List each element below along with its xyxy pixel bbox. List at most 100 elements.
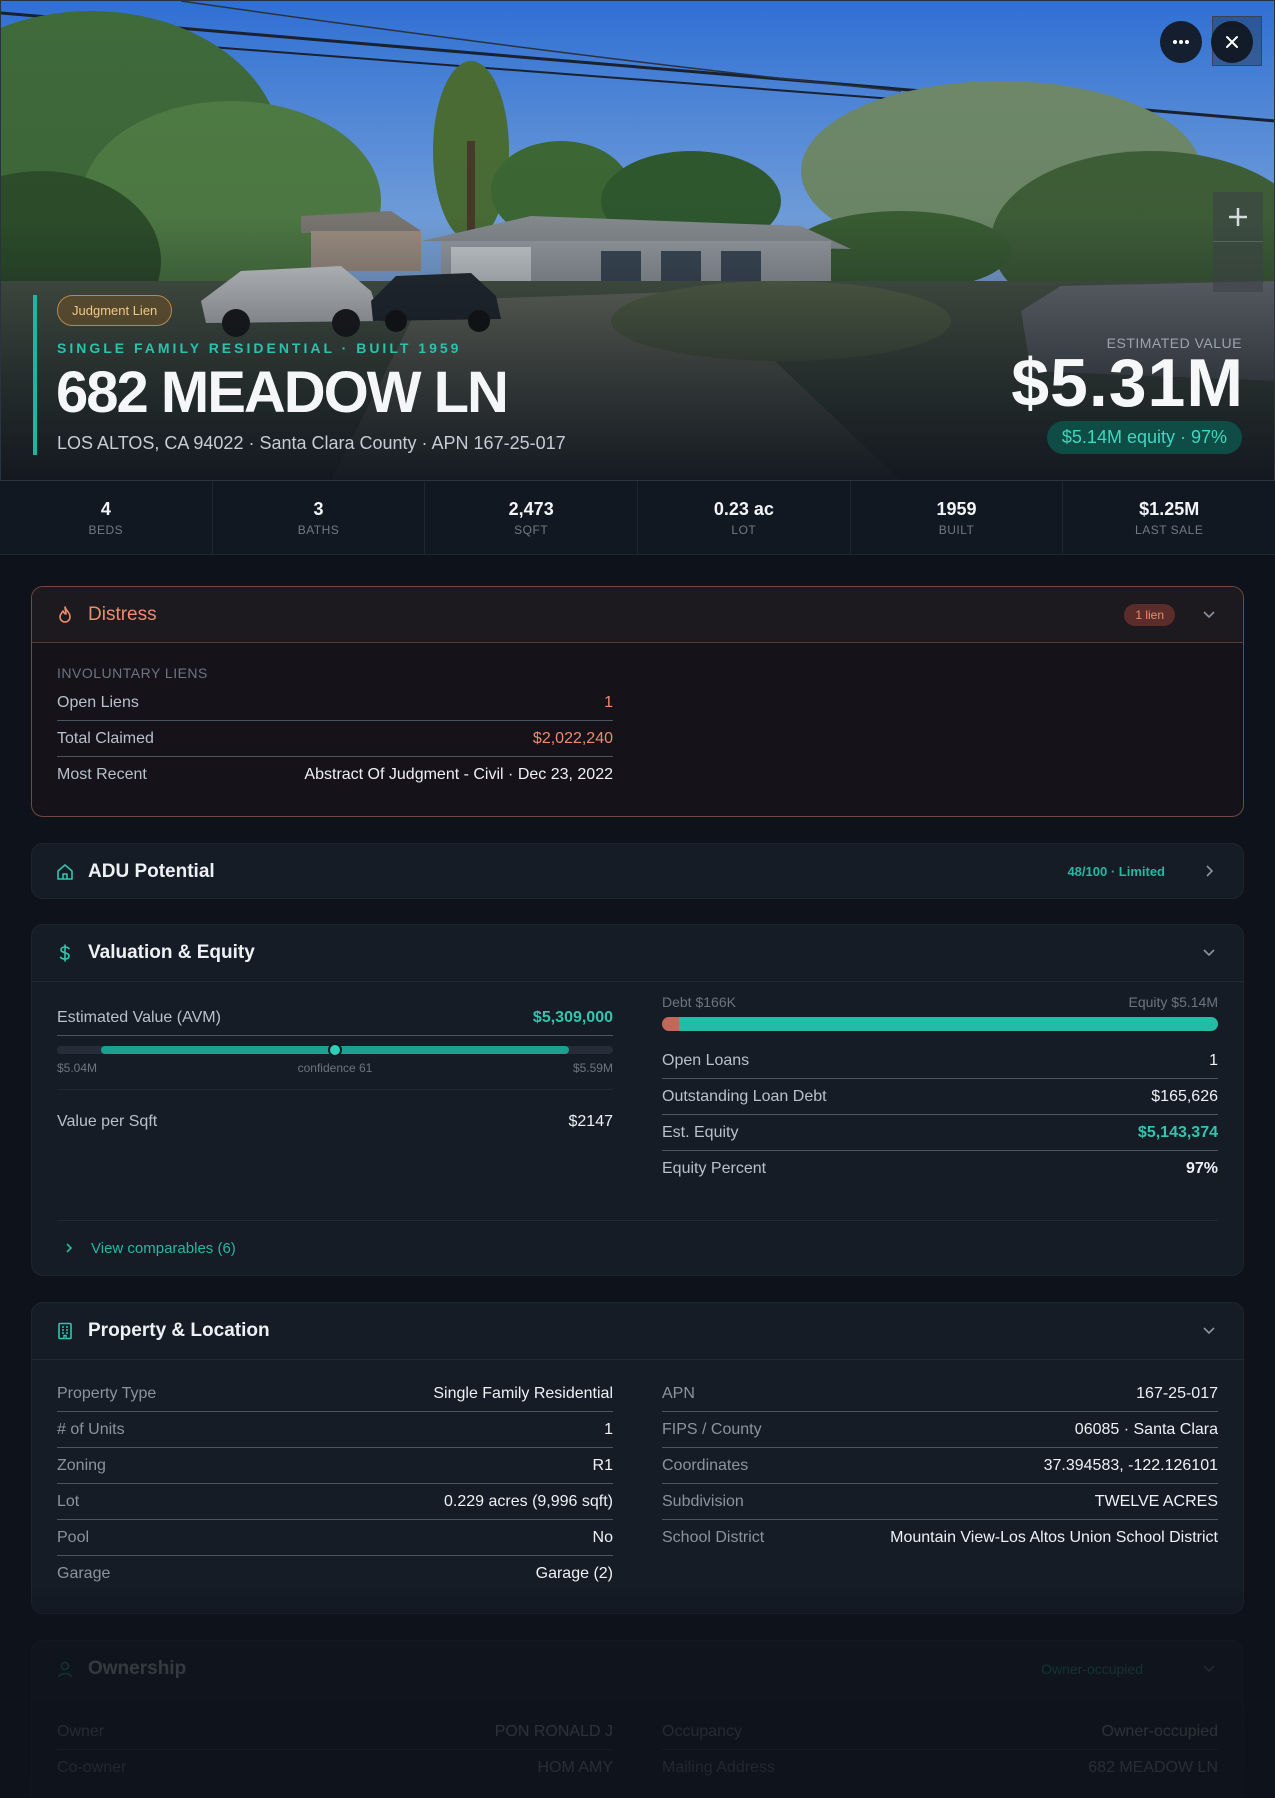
equity-column: Debt $166K Equity $5.14M Open Loans 1 Out… — [662, 994, 1218, 1187]
kv-key: APN — [662, 1384, 695, 1402]
kv-key: Value per Sqft — [57, 1113, 158, 1130]
avm-column: Estimated Value (AVM) $5,309,000 $5.04M c… — [57, 1000, 613, 1187]
user-icon — [56, 1660, 74, 1678]
property-header[interactable]: Property & Location — [32, 1303, 1243, 1359]
stat-baths: 3 BATHS — [213, 481, 426, 554]
kv-key: Owner — [57, 1722, 105, 1740]
flame-icon — [56, 605, 74, 624]
kv-value: Abstract Of Judgment - Civil · Dec 23, 2… — [304, 766, 613, 783]
kv-coordinates: Coordinates 37.394583, -122.126101 — [662, 1448, 1218, 1484]
view-comparables-link[interactable]: View comparables (6) — [57, 1220, 1218, 1275]
stat-value: 4 — [100, 499, 111, 519]
valuation-header[interactable]: Valuation & Equity — [32, 925, 1243, 981]
property-title: Property & Location — [88, 1320, 270, 1341]
stat-lot: 0.23 ac LOT — [638, 481, 851, 554]
kv-open-liens: Open Liens 1 — [57, 685, 613, 721]
kv-key: Occupancy — [662, 1722, 743, 1740]
chevron-down-icon[interactable] — [1201, 944, 1217, 960]
hero-section: Judgment Lien SINGLE FAMILY RESIDENTIAL … — [0, 0, 1275, 480]
stat-label: LOT — [731, 523, 757, 537]
debt-equity-labels: Debt $166K Equity $5.14M — [662, 994, 1218, 1010]
view-comparables-label: View comparables (6) — [91, 1239, 236, 1257]
stat-label: LAST SALE — [1135, 523, 1204, 537]
kv-key: Open Loans — [662, 1051, 750, 1069]
stat-value: 1959 — [936, 499, 977, 519]
home-icon — [56, 863, 74, 881]
kv-value: 167-25-017 — [1136, 1384, 1218, 1402]
property-left-column: Property Type Single Family Residential #… — [57, 1376, 613, 1592]
stats-bar: 4 BEDS 3 BATHS 2,473 SQFT 0.23 ac LOT 1959 BU… — [0, 480, 1275, 555]
stat-built: 1959 BUILT — [851, 481, 1064, 554]
property-right-column: APN 167-25-017 FIPS / County 06085 · Santa… — [662, 1376, 1218, 1592]
hero-accent-bar — [33, 295, 37, 455]
adu-header[interactable]: ADU Potential 48/100 · Limited — [32, 844, 1243, 898]
ownership-card: Ownership Owner-occupied Owner PON RONALD… — [31, 1640, 1244, 1798]
ownership-title: Ownership — [88, 1658, 187, 1679]
kv-value: Owner-occupied — [1101, 1722, 1219, 1740]
kv-key: Lot — [57, 1492, 80, 1510]
kv-value: Garage (2) — [535, 1565, 613, 1582]
kv-key: Property Type — [57, 1384, 157, 1402]
property-grid: Property Type Single Family Residential #… — [57, 1360, 1218, 1592]
adu-potential-card[interactable]: ADU Potential 48/100 · Limited — [31, 843, 1244, 899]
chevron-down-icon[interactable] — [1201, 606, 1217, 622]
property-body: Property Type Single Family Residential #… — [32, 1359, 1243, 1592]
zoom-in-button[interactable] — [1213, 192, 1263, 242]
kv-value: 1 — [1209, 1051, 1218, 1069]
kv-value-per-sqft: Value per Sqft $2147 — [57, 1104, 613, 1140]
kv-key: Coordinates — [662, 1456, 749, 1474]
kv-value: PON RONALD J — [494, 1722, 613, 1740]
property-location-card: Property & Location Property Type Single … — [31, 1302, 1244, 1614]
ownership-header[interactable]: Ownership Owner-occupied — [32, 1641, 1243, 1697]
kv-occupancy: Occupancy Owner-occupied — [662, 1714, 1218, 1750]
kv-total-claimed: Total Claimed $2,022,240 — [57, 721, 613, 757]
stat-sqft: 2,473 SQFT — [425, 481, 639, 554]
kv-property-type: Property Type Single Family Residential — [57, 1376, 613, 1412]
plus-icon — [1229, 207, 1247, 226]
debt-segment — [662, 1017, 679, 1031]
kv-value: 37.394583, -122.126101 — [1043, 1456, 1218, 1474]
kv-key: Equity Percent — [662, 1160, 767, 1177]
kv-value: 06085 · Santa Clara — [1074, 1420, 1218, 1438]
kv-value: No — [592, 1528, 613, 1546]
ownership-left-column: Owner PON RONALD J Co-owner HOM AMY — [57, 1714, 613, 1786]
avm-point-marker — [328, 1043, 342, 1057]
building-icon — [56, 1322, 74, 1340]
debt-equity-bar — [662, 1017, 1218, 1031]
stat-beds: 4 BEDS — [0, 481, 213, 554]
equity-label: Equity $5.14M — [1128, 994, 1219, 1010]
kv-units: # of Units 1 — [57, 1412, 613, 1448]
kv-equity-percent: Equity Percent 97% — [662, 1151, 1218, 1187]
stat-value: 2,473 — [508, 499, 554, 519]
kv-value: Mountain View-Los Altos Union School Dis… — [890, 1529, 1218, 1546]
chevron-right-icon[interactable] — [1201, 863, 1217, 879]
stat-label: SQFT — [514, 523, 549, 537]
property-subline: LOS ALTOS, CA 94022 · Santa Clara County… — [57, 433, 566, 453]
kv-key: Outstanding Loan Debt — [662, 1087, 827, 1105]
kv-apn: APN 167-25-017 — [662, 1376, 1218, 1412]
kv-key: Co-owner — [57, 1759, 127, 1776]
avm-range-labels: $5.04M confidence 61 $5.59M — [57, 1061, 613, 1075]
chevron-down-icon[interactable] — [1201, 1660, 1217, 1676]
kv-value: 1 — [604, 693, 613, 711]
kv-est-equity: Est. Equity $5,143,374 — [662, 1115, 1218, 1151]
kv-mailing-address: Mailing Address 682 MEADOW LN — [662, 1750, 1218, 1786]
kv-key: Subdivision — [662, 1492, 744, 1510]
stat-value: $1.25M — [1139, 499, 1200, 519]
distress-header[interactable]: Distress 1 lien — [32, 587, 1243, 643]
valuation-equity-card: Valuation & Equity Estimated Value (AVM)… — [31, 924, 1244, 1276]
kv-key: School District — [662, 1529, 765, 1546]
kv-value: $5,143,374 — [1137, 1123, 1218, 1141]
more-options-button[interactable] — [1160, 21, 1202, 63]
kv-open-loans: Open Loans 1 — [662, 1043, 1218, 1079]
range-high: $5.59M — [572, 1061, 613, 1075]
kv-key: FIPS / County — [662, 1420, 762, 1438]
kv-avm: Estimated Value (AVM) $5,309,000 — [57, 1000, 613, 1036]
chevron-down-icon[interactable] — [1201, 1322, 1217, 1338]
kv-value: 0.229 acres (9,996 sqft) — [444, 1492, 613, 1510]
kv-key: Mailing Address — [662, 1759, 775, 1776]
stat-label: BEDS — [88, 523, 124, 537]
close-button[interactable] — [1211, 21, 1253, 63]
kv-zoning: Zoning R1 — [57, 1448, 613, 1484]
kv-subdivision: Subdivision TWELVE ACRES — [662, 1484, 1218, 1520]
